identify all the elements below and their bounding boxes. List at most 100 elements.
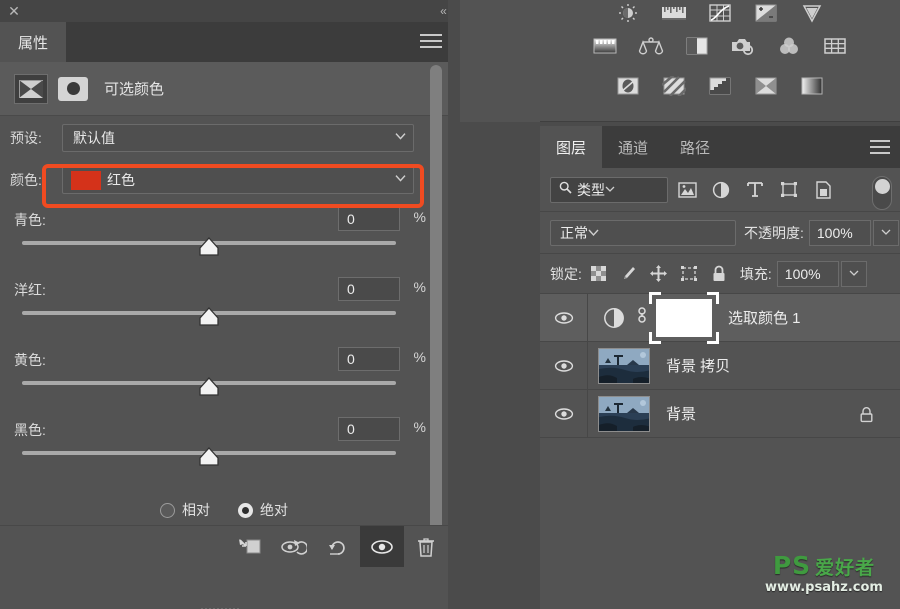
properties-panel: ✕ « 属性 可选颜色 预设: 默认值 颜色: 红色 青色: 0 % 洋红: 0…	[0, 0, 460, 609]
smart-object-filter-icon[interactable]	[808, 176, 838, 204]
properties-scrollbar-thumb[interactable]	[430, 65, 442, 535]
properties-tabstrip: 属性	[0, 22, 460, 62]
tab-channels[interactable]: 通道	[602, 126, 664, 168]
slider-thumb[interactable]	[198, 377, 220, 397]
pixel-filter-icon[interactable]	[672, 176, 702, 204]
blend-mode-dropdown[interactable]: 正常	[550, 219, 736, 246]
tab-paths[interactable]: 路径	[664, 126, 726, 168]
adjustment-filter-icon[interactable]	[706, 176, 736, 204]
adjustments-panel	[540, 0, 900, 122]
slider-block: 青色: 0%	[0, 207, 448, 267]
fill-label: 填充:	[739, 265, 772, 282]
color-sliders-group: 青色: 0% 洋红: 0% 黄色: 0% 黑色: 0%	[0, 207, 448, 477]
right-gutter-top	[460, 0, 540, 122]
slider-thumb[interactable]	[198, 447, 220, 467]
color-lookup-icon[interactable]	[820, 34, 850, 58]
tab-properties[interactable]: 属性	[0, 22, 67, 62]
layers-panel: 图层 通道 路径 类型 正常 不透明度: 100% 锁定: 填充: 100% 选…	[540, 126, 900, 609]
slider-unit: %	[413, 279, 426, 295]
preset-dropdown[interactable]: 默认值	[62, 124, 414, 152]
fill-input[interactable]: 100%	[776, 260, 839, 287]
reset-button[interactable]	[316, 526, 360, 568]
vibrance-icon[interactable]	[797, 1, 827, 25]
toggle-visibility-button[interactable]	[360, 525, 404, 568]
blend-mode-value: 正常	[560, 224, 588, 241]
layers-filter-row: 类型	[540, 168, 900, 212]
layer-visibility-icon[interactable]	[540, 389, 588, 438]
radio-absolute[interactable]: 绝对	[238, 500, 288, 520]
layer-thumbnail[interactable]	[598, 395, 650, 432]
slider-label: 青色:	[14, 212, 46, 228]
slider-thumb[interactable]	[198, 307, 220, 327]
layer-mask-icon[interactable]	[58, 76, 88, 101]
brightness-contrast-icon[interactable]	[613, 1, 643, 25]
layer-mask-thumbnail[interactable]	[649, 291, 719, 344]
link-mask-icon[interactable]	[636, 304, 650, 331]
lock-image-pixels-icon[interactable]	[616, 261, 642, 287]
slider-value-input[interactable]: 0	[338, 277, 400, 301]
hue-saturation-icon[interactable]	[590, 34, 620, 58]
panel-resize-grip[interactable]	[201, 601, 247, 609]
delete-button[interactable]	[404, 526, 448, 568]
tab-properties-label: 属性	[18, 34, 49, 52]
layer-visibility-icon[interactable]	[540, 293, 588, 342]
slider-track-wrapper[interactable]	[0, 377, 448, 407]
opacity-stepper[interactable]	[872, 219, 899, 246]
preview-previous-state-button[interactable]	[272, 526, 316, 568]
table-row[interactable]: 选取颜色 1	[540, 291, 900, 344]
close-icon[interactable]: ✕	[6, 3, 22, 19]
layer-thumbnail[interactable]	[598, 347, 650, 384]
lock-transparent-pixels-icon[interactable]	[586, 261, 612, 287]
filter-type-dropdown[interactable]: 类型	[550, 176, 668, 203]
adjustments-divider	[540, 121, 900, 122]
table-row[interactable]: 背景 拷贝	[540, 341, 900, 390]
layers-panel-menu-icon[interactable]	[870, 140, 890, 158]
radio-relative[interactable]: 相对	[160, 500, 210, 520]
layer-name: 背景	[666, 406, 697, 423]
lock-position-icon[interactable]	[646, 261, 672, 287]
tab-layers[interactable]: 图层	[540, 126, 603, 168]
slider-value-input[interactable]: 0	[338, 207, 400, 231]
layer-visibility-icon[interactable]	[540, 341, 588, 390]
photo-filter-icon[interactable]	[728, 34, 758, 58]
levels-icon[interactable]	[659, 1, 689, 25]
gradient-map-icon[interactable]	[797, 74, 827, 98]
curves-icon[interactable]	[705, 1, 735, 25]
color-balance-icon[interactable]	[636, 34, 666, 58]
slider-value-input[interactable]: 0	[338, 417, 400, 441]
exposure-icon[interactable]	[751, 1, 781, 25]
type-filter-icon[interactable]	[740, 176, 770, 204]
selective-color-icon[interactable]	[14, 73, 48, 104]
panel-menu-icon[interactable]	[420, 34, 442, 50]
adjustment-type-label: 可选颜色	[104, 81, 165, 98]
lock-artboard-nesting-icon[interactable]	[676, 261, 702, 287]
table-row[interactable]: 背景	[540, 389, 900, 438]
selective-color-icon[interactable]	[751, 74, 781, 98]
slider-track-wrapper[interactable]	[0, 307, 448, 337]
slider-block: 黑色: 0%	[0, 417, 448, 477]
color-dropdown[interactable]: 红色	[62, 166, 414, 194]
filter-enable-toggle[interactable]	[872, 176, 892, 210]
opacity-input[interactable]: 100%	[808, 219, 871, 246]
selective-color-form: 预设: 默认值 颜色: 红色 青色: 0 % 洋红: 0 % 黄色: 0 % 黑…	[0, 117, 448, 525]
fill-stepper[interactable]	[840, 260, 867, 287]
lock-all-icon[interactable]	[706, 261, 732, 287]
shape-filter-icon[interactable]	[774, 176, 804, 204]
radio-absolute-label: 绝对	[260, 502, 288, 518]
posterize-icon[interactable]	[659, 74, 689, 98]
threshold-icon[interactable]	[705, 74, 735, 98]
adjustment-layer-icon[interactable]	[602, 306, 626, 330]
slider-track-wrapper[interactable]	[0, 447, 448, 477]
properties-scrollbar[interactable]	[430, 65, 442, 550]
clip-to-layer-button[interactable]	[228, 526, 272, 568]
slider-value-input[interactable]: 0	[338, 347, 400, 371]
slider-thumb[interactable]	[198, 237, 220, 257]
black-white-icon[interactable]	[682, 34, 712, 58]
preset-row: 预设: 默认值	[0, 121, 448, 155]
slider-block: 黄色: 0%	[0, 347, 448, 407]
channel-mixer-icon[interactable]	[774, 34, 804, 58]
invert-icon[interactable]	[613, 74, 643, 98]
slider-track-wrapper[interactable]	[0, 237, 448, 267]
slider-head: 黄色: 0%	[0, 347, 448, 373]
layer-name: 背景 拷贝	[666, 358, 731, 375]
